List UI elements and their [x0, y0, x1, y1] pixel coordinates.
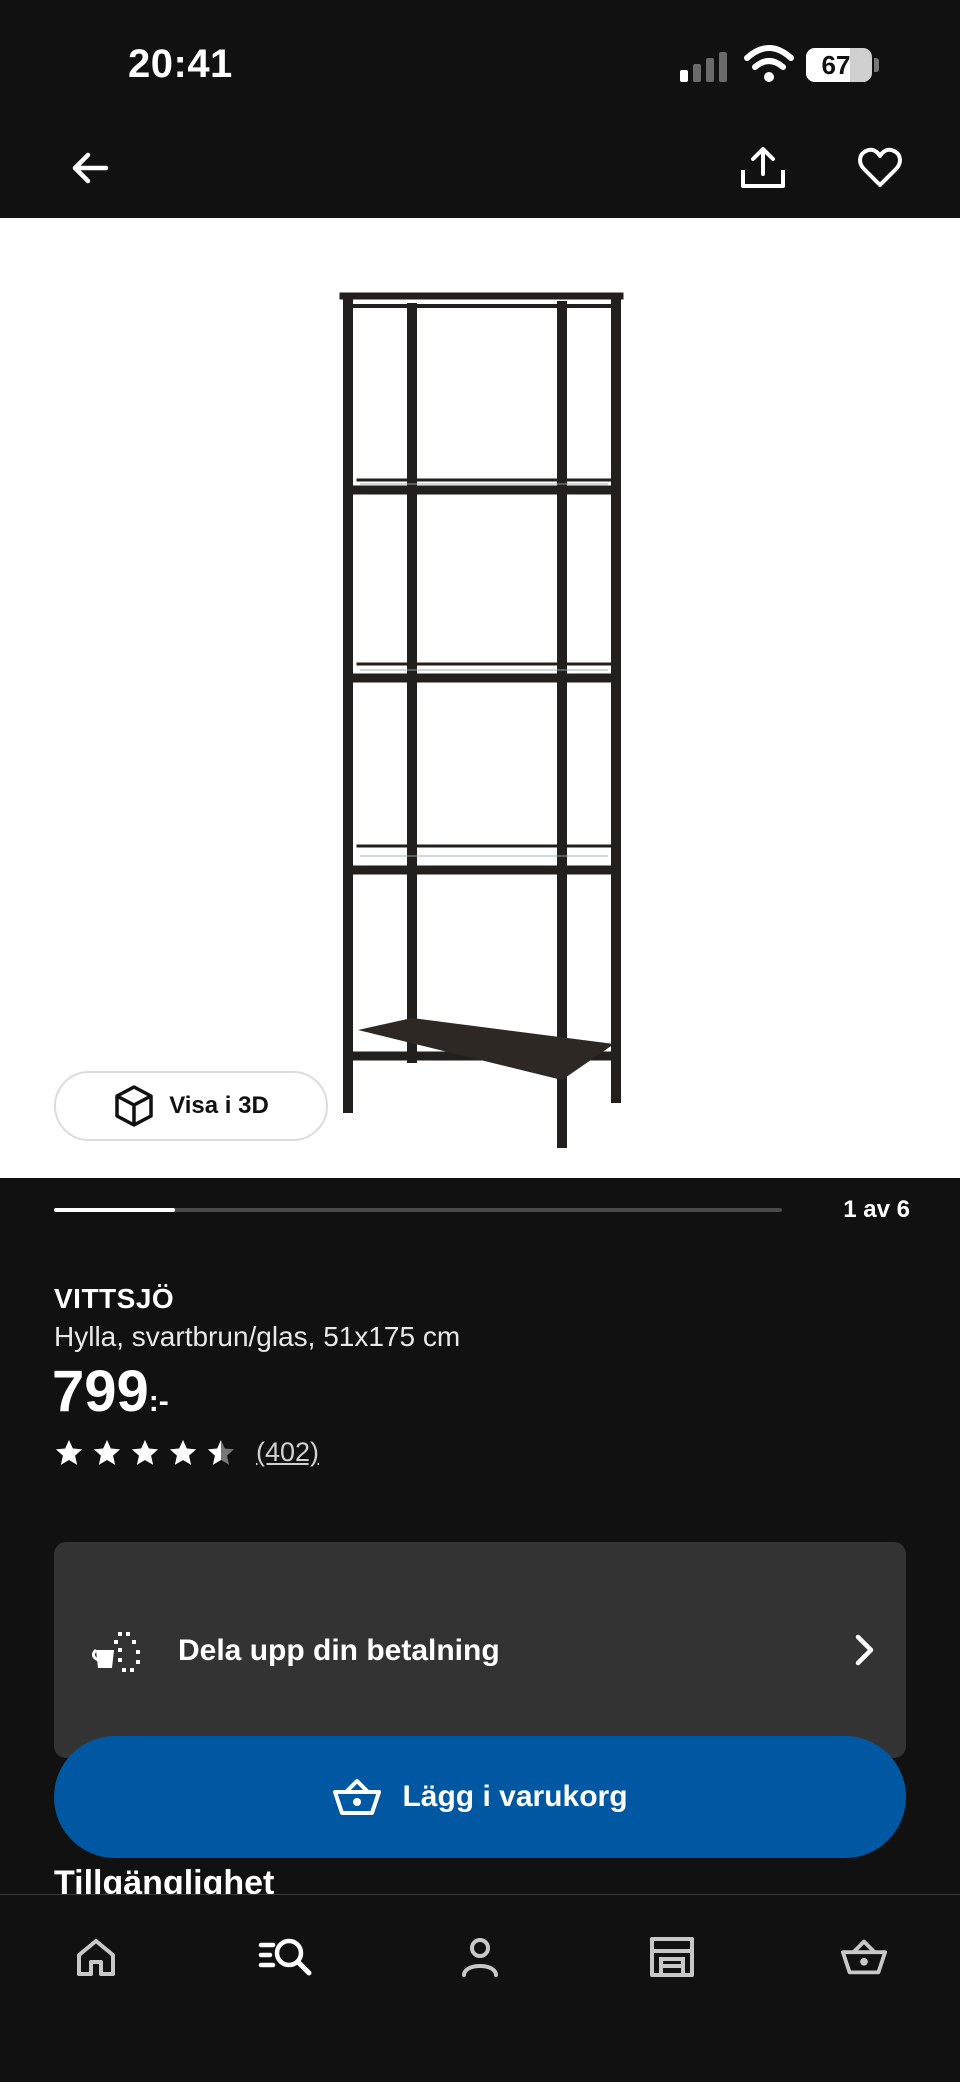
- price-suffix: :-: [148, 1385, 169, 1418]
- cart-icon: [840, 1939, 888, 1975]
- gallery-progress-fill: [54, 1208, 176, 1212]
- wifi-icon: [744, 45, 794, 82]
- star-icon: [208, 1439, 234, 1465]
- product-image: [339, 292, 624, 1148]
- add-to-cart-label: Lägg i varukorg: [402, 1780, 628, 1813]
- gallery-position: 1 av 6: [843, 1196, 910, 1223]
- share-icon: [741, 147, 785, 188]
- split-payment-icon: [92, 1632, 140, 1672]
- review-count-link[interactable]: (402): [256, 1437, 319, 1468]
- chevron-right-icon: [855, 1634, 874, 1666]
- cellular-signal-icon: [680, 48, 732, 82]
- battery-percent: 67: [821, 50, 851, 80]
- heart-icon: [858, 147, 902, 187]
- back-button[interactable]: [58, 136, 122, 200]
- bottom-tab-bar: [0, 1894, 960, 2082]
- split-payment-label: Dela upp din betalning: [178, 1634, 500, 1667]
- profile-icon: [462, 1938, 498, 1977]
- arrow-left-icon: [72, 152, 109, 184]
- basket-icon: [333, 1779, 382, 1815]
- product-name: VITTSJÖ: [54, 1283, 175, 1314]
- battery-icon: 67: [806, 48, 872, 82]
- cube-icon: [115, 1085, 153, 1127]
- star-icon: [56, 1439, 82, 1465]
- star-icon: [132, 1439, 158, 1465]
- gallery-progress: [54, 1208, 782, 1212]
- tab-stores[interactable]: [640, 1925, 704, 1989]
- view-3d-label: Visa i 3D: [169, 1092, 269, 1119]
- store-icon: [650, 1937, 694, 1977]
- status-time: 20:41: [128, 42, 233, 86]
- status-bar: 20:41 67: [0, 0, 960, 120]
- availability-heading: Tillgänglighet: [54, 1864, 275, 1894]
- battery-tip: [874, 58, 879, 72]
- share-button[interactable]: [731, 136, 795, 200]
- tab-search[interactable]: [254, 1925, 318, 1989]
- product-description: Hylla, svartbrun/glas, 51x175 cm: [54, 1321, 461, 1352]
- search-icon: [258, 1938, 312, 1976]
- add-to-cart-button[interactable]: Lägg i varukorg: [54, 1736, 906, 1858]
- star-icon: [94, 1439, 120, 1465]
- rating[interactable]: (402): [54, 1437, 319, 1468]
- price-value: 799: [52, 1359, 149, 1424]
- tab-profile[interactable]: [448, 1925, 512, 1989]
- product-image-gallery[interactable]: Visa i 3D: [0, 218, 960, 1178]
- tab-home[interactable]: [64, 1925, 128, 1989]
- product-price: 799:-: [52, 1358, 169, 1425]
- home-icon: [77, 1939, 115, 1976]
- tab-cart[interactable]: [832, 1925, 896, 1989]
- favorite-button[interactable]: [848, 136, 912, 200]
- view-3d-button[interactable]: Visa i 3D: [54, 1071, 328, 1141]
- star-icon: [170, 1439, 196, 1465]
- top-navigation: [0, 120, 960, 218]
- rating-stars: [54, 1438, 236, 1468]
- split-payment-card[interactable]: Dela upp din betalning: [54, 1542, 906, 1758]
